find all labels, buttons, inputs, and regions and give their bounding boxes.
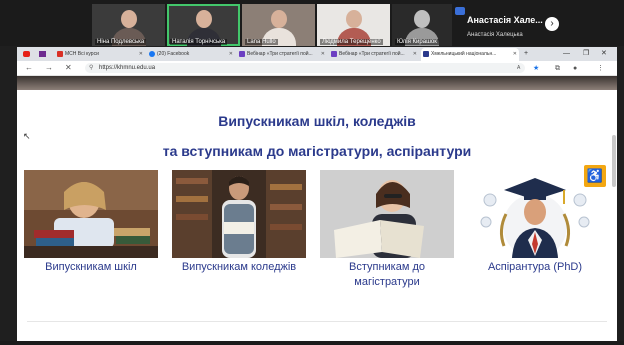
tab-khmnu-active[interactable]: Хмельницький національн... ✕ [421, 48, 519, 61]
card-master-applicants[interactable]: Вступникам до магістратури [320, 170, 454, 290]
participant-tile-active[interactable]: Наталія Торнічська [167, 4, 240, 46]
tab-favicon [57, 50, 63, 57]
maximize-icon[interactable]: ❐ [583, 47, 589, 61]
hero-banner-image [17, 76, 617, 90]
site-info-icon[interactable]: ⚲ [89, 63, 93, 73]
close-tab-icon[interactable]: ✕ [229, 48, 233, 61]
section-heading-line2: та вступникам до магістратури, аспіранту… [162, 143, 472, 159]
facebook-icon [149, 50, 155, 57]
section-divider [27, 321, 607, 322]
participant-face [270, 10, 287, 28]
participant-tile[interactable]: Юлія Кирашок [392, 4, 452, 46]
bookmark-star-icon[interactable]: ★ [533, 62, 539, 75]
participant-name: Lana Hullo [245, 39, 278, 45]
participant-tile[interactable]: Ніна Подлевська [92, 4, 165, 46]
tab-mcn-courses[interactable]: МСН Всі курси ✕ [55, 48, 145, 61]
profile-icon[interactable]: ● [573, 62, 577, 75]
card-illustration-phd[interactable] [468, 170, 602, 258]
close-tab-icon[interactable]: ✕ [321, 48, 325, 61]
back-icon[interactable]: ← [25, 61, 33, 75]
card-label[interactable]: Вступникам до магістратури [320, 260, 454, 290]
card-photo-college[interactable] [172, 170, 306, 258]
participants-strip: Ніна Подлевська Наталія Торнічська Lana … [0, 0, 624, 46]
tab-bar: МСН Всі курси ✕ (20) Facebook ✕ Вебінар «Т… [17, 47, 617, 61]
card-phd[interactable]: Аспірантура (PhD) [468, 170, 602, 275]
tab-webinar-2[interactable]: Вебінар «Три стратегії пой... ✕ [329, 48, 419, 61]
tab-label: Вебінар «Три стратегії пой... [339, 51, 405, 57]
woman-with-book-image [320, 170, 454, 258]
participant-face [120, 10, 137, 28]
participant-face [345, 10, 362, 28]
close-tab-icon[interactable]: ✕ [513, 48, 517, 61]
minimize-icon[interactable]: — [563, 47, 570, 61]
student-with-books-image [24, 170, 158, 258]
participant-name: Людмила Терещенко [320, 39, 383, 45]
card-label[interactable]: Аспірантура (PhD) [468, 260, 602, 275]
accessibility-icon[interactable]: ♿ [584, 165, 606, 187]
youtube-icon[interactable] [23, 51, 30, 57]
participant-tile[interactable]: Людмила Терещенко [317, 4, 390, 46]
card-college-graduates[interactable]: Випускникам коледжів [172, 170, 306, 275]
tab-favicon [423, 50, 429, 57]
participant-tile[interactable]: Lana Hullo [242, 4, 315, 46]
tab-facebook[interactable]: (20) Facebook ✕ [147, 48, 235, 61]
graduate-illustration-image [468, 170, 602, 258]
participant-face [195, 10, 212, 28]
tab-label: МСН Всі курси [65, 51, 99, 57]
extension-icon[interactable] [39, 51, 46, 57]
tab-label: (20) Facebook [157, 51, 190, 57]
card-label[interactable]: Випускникам шкіл [24, 260, 158, 275]
featured-participant-name: Анастасія Хале... [467, 15, 543, 25]
address-bar[interactable]: ⚲ https://khmnu.edu.ua [85, 63, 525, 73]
reader-in-library-image [172, 170, 306, 258]
menu-icon[interactable]: ⋮ [597, 62, 604, 75]
featured-participant-subname: Анастасія Халецька [467, 32, 523, 38]
card-label[interactable]: Випускникам коледжів [172, 260, 306, 275]
section-heading-line1: Випускникам шкіл, коледжів [218, 113, 416, 129]
muted-video-icon [455, 7, 465, 15]
close-tab-icon[interactable]: ✕ [413, 48, 417, 61]
browser-window: МСН Всі курси ✕ (20) Facebook ✕ Вебінар «Т… [17, 47, 617, 341]
participant-name: Ніна Подлевська [95, 39, 147, 45]
translate-icon[interactable]: A [517, 62, 520, 75]
url-text: https://khmnu.edu.ua [99, 65, 156, 71]
page-scrollbar[interactable] [612, 135, 616, 187]
page-content: Випускникам шкіл, коледжів та вступникам… [17, 91, 617, 341]
card-photo-school[interactable] [24, 170, 158, 258]
tab-webinar-1[interactable]: Вебінар «Три стратегії пой... ✕ [237, 48, 327, 61]
participant-name: Юлія Кирашок [395, 39, 439, 45]
tab-label: Вебінар «Три стратегії пой... [247, 51, 313, 57]
tab-favicon [331, 50, 337, 57]
forward-icon[interactable]: → [45, 61, 53, 75]
close-window-icon[interactable]: ✕ [601, 47, 607, 61]
new-tab-button[interactable]: + [524, 47, 528, 61]
tab-label: Хмельницький національн... [431, 51, 497, 57]
mouse-cursor-icon: ↖ [23, 131, 31, 141]
card-photo-master[interactable] [320, 170, 454, 258]
tab-favicon [239, 50, 245, 57]
close-tab-icon[interactable]: ✕ [139, 48, 143, 61]
stop-loading-icon[interactable]: ✕ [65, 61, 72, 75]
bottom-strip [0, 341, 624, 345]
extensions-icon[interactable]: ⧉ [555, 62, 560, 75]
next-page-icon[interactable]: › [545, 17, 559, 31]
address-bar-row: ← → ✕ ⚲ https://khmnu.edu.ua A ★ ⧉ ● ⋮ [17, 61, 617, 76]
card-school-graduates[interactable]: Випускникам шкіл [24, 170, 158, 275]
participant-name: Наталія Торнічська [170, 39, 228, 45]
participant-face [414, 10, 430, 28]
